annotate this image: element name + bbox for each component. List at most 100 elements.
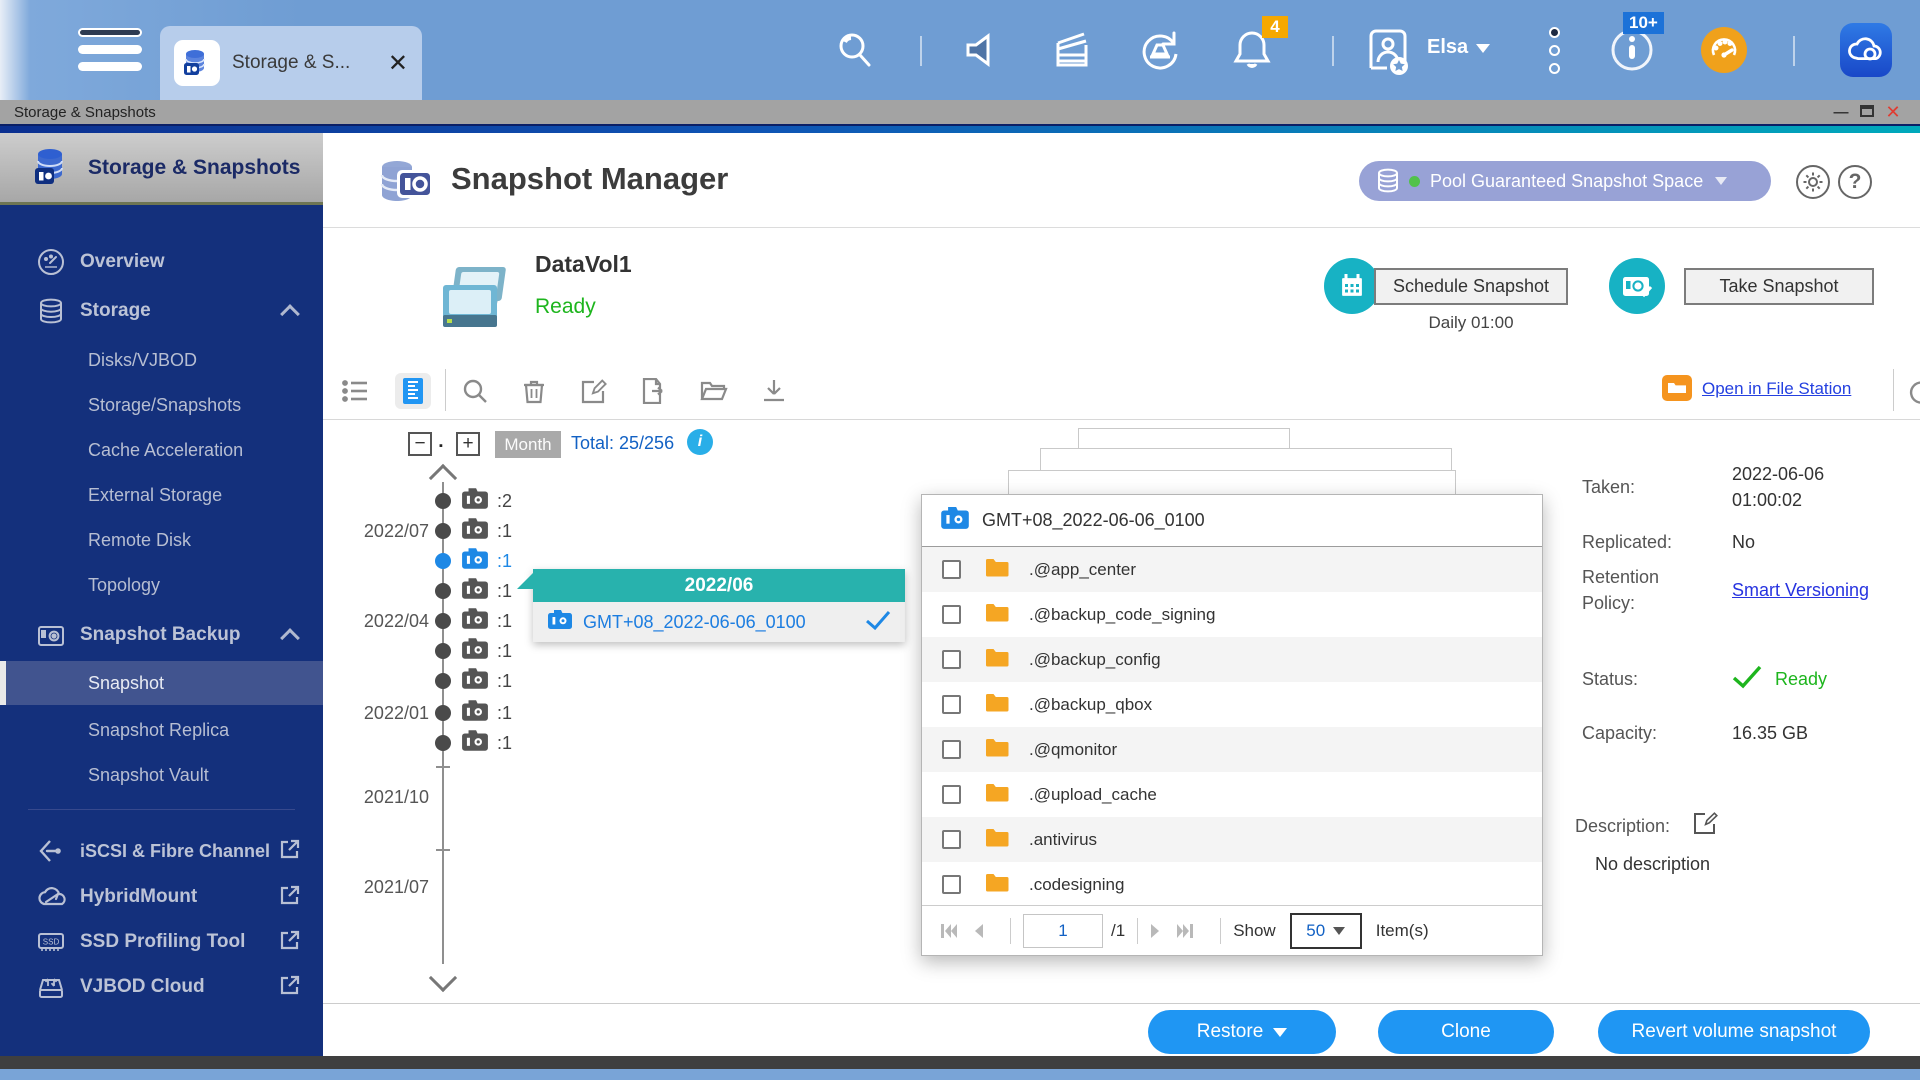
external-link-icon: [279, 884, 301, 911]
collapse-chevron-icon[interactable]: [280, 304, 300, 324]
page-size-select[interactable]: 50: [1290, 913, 1362, 949]
checkbox[interactable]: [942, 605, 961, 624]
checkbox[interactable]: [942, 650, 961, 669]
window-bottom-edge: [0, 1056, 1920, 1069]
snapshot-camera-icon: [461, 668, 489, 695]
sidebar-item-snapshot[interactable]: Snapshot: [0, 661, 323, 705]
folder-row[interactable]: .@backup_config: [922, 637, 1542, 682]
download-snapshot-icon[interactable]: [756, 373, 792, 409]
schedule-snapshot-button[interactable]: Schedule Snapshot: [1374, 268, 1568, 305]
take-snapshot-icon[interactable]: [1609, 258, 1665, 314]
prev-page-icon[interactable]: [972, 923, 984, 939]
items-label: Item(s): [1376, 921, 1429, 941]
user-menu[interactable]: Elsa: [1427, 36, 1490, 59]
dashboard-icon[interactable]: [1698, 22, 1750, 78]
sidebar-item-iscsi-fibre-channel[interactable]: iSCSI & Fibre Channel: [0, 827, 323, 875]
folder-row[interactable]: .antivirus: [922, 817, 1542, 862]
close-window-icon[interactable]: ✕: [1880, 102, 1906, 123]
next-page-icon[interactable]: [1150, 923, 1162, 939]
timeline-scroll-down-icon[interactable]: [429, 964, 457, 992]
retention-policy-label-line1: Retention: [1582, 567, 1659, 588]
snapshot-camera-icon: [461, 488, 489, 515]
restore-dropdown-icon: [1273, 1028, 1287, 1037]
refresh-icon[interactable]: [1903, 373, 1920, 409]
sidebar-item-storage-snapshots[interactable]: Storage/Snapshots: [0, 383, 323, 427]
export-snapshot-icon[interactable]: [635, 373, 671, 409]
folder-row[interactable]: .@backup_code_signing: [922, 592, 1542, 637]
folder-row[interactable]: .codesigning: [922, 862, 1542, 907]
delete-snapshot-icon[interactable]: [516, 373, 552, 409]
snapshot-manager-icon: [375, 155, 437, 209]
app-tab-storage-snapshots[interactable]: Storage & S... ✕: [160, 26, 422, 100]
snapshot-name-link[interactable]: GMT+08_2022-06-06_0100: [583, 612, 865, 633]
first-page-icon[interactable]: [940, 923, 958, 939]
schedule-snapshot-icon[interactable]: [1324, 258, 1380, 314]
info-icon[interactable]: i: [687, 429, 713, 455]
take-snapshot-button[interactable]: Take Snapshot: [1684, 268, 1874, 305]
last-page-icon[interactable]: [1176, 923, 1194, 939]
tab-close-icon[interactable]: ✕: [388, 49, 408, 78]
folder-row[interactable]: .@backup_qbox: [922, 682, 1542, 727]
zoom-in-button[interactable]: +: [456, 432, 480, 456]
sidebar-item-remote-disk[interactable]: Remote Disk: [0, 518, 323, 562]
open-folder-icon[interactable]: [696, 373, 732, 409]
sidebar-item-snapshot-backup[interactable]: Snapshot Backup: [0, 611, 323, 659]
help-icon[interactable]: ?: [1838, 165, 1872, 199]
page-number-input[interactable]: [1023, 914, 1103, 948]
user-avatar-icon[interactable]: [1362, 22, 1414, 78]
folder-row[interactable]: .@app_center: [922, 547, 1542, 592]
pool-guaranteed-snapshot-space-button[interactable]: Pool Guaranteed Snapshot Space: [1359, 161, 1771, 201]
sidebar-item-snapshot-vault[interactable]: Snapshot Vault: [0, 753, 323, 797]
edit-snapshot-icon[interactable]: [576, 373, 612, 409]
sidebar-item-disks-vjbod[interactable]: Disks/VJBOD: [0, 338, 323, 382]
folder-icon: [985, 648, 1009, 672]
search-icon[interactable]: [829, 22, 881, 78]
folder-icon: [985, 738, 1009, 762]
sidebar-item-overview[interactable]: Overview: [0, 238, 323, 286]
folder-row[interactable]: .@qmonitor: [922, 727, 1542, 772]
retention-policy-link[interactable]: Smart Versioning: [1732, 580, 1869, 601]
snapshot-camera-icon: [461, 638, 489, 665]
revert-volume-snapshot-button[interactable]: Revert volume snapshot: [1598, 1010, 1870, 1054]
sidebar-item-snapshot-replica[interactable]: Snapshot Replica: [0, 708, 323, 752]
settings-gear-icon[interactable]: [1796, 165, 1830, 199]
search-snapshot-icon[interactable]: [457, 373, 493, 409]
background-tasks-icon[interactable]: [1046, 22, 1098, 78]
zoom-out-button[interactable]: −: [408, 432, 432, 456]
sidebar-item-external-storage[interactable]: External Storage: [0, 473, 323, 517]
description-label: Description:: [1575, 816, 1670, 837]
checkbox[interactable]: [942, 560, 961, 579]
volume-icon[interactable]: [958, 22, 1010, 78]
sidebar-item-ssd-profiling-tool[interactable]: SSD SSD Profiling Tool: [0, 918, 323, 966]
clone-button[interactable]: Clone: [1378, 1010, 1554, 1054]
list-view-icon[interactable]: [337, 373, 373, 409]
folder-row[interactable]: .@upload_cache: [922, 772, 1542, 817]
collapse-chevron-icon[interactable]: [280, 628, 300, 648]
checkbox[interactable]: [942, 830, 961, 849]
maximize-icon[interactable]: [1854, 104, 1880, 121]
restore-button[interactable]: Restore: [1148, 1010, 1336, 1054]
timeline-view-icon[interactable]: [395, 373, 431, 409]
sidebar-item-topology[interactable]: Topology: [0, 563, 323, 607]
checkbox[interactable]: [942, 785, 961, 804]
sidebar-item-label: HybridMount: [80, 886, 197, 908]
checkbox[interactable]: [942, 740, 961, 759]
page-size-dropdown-icon: [1333, 927, 1345, 935]
checkbox[interactable]: [942, 695, 961, 714]
cloud-app-icon[interactable]: [1840, 22, 1892, 78]
sync-restart-icon[interactable]: [1134, 22, 1186, 78]
edit-description-icon[interactable]: [1692, 810, 1718, 841]
sidebar-item-label: iSCSI & Fibre Channel: [80, 841, 270, 862]
snapshot-toolbar: Open in File Station: [323, 359, 1920, 420]
sidebar-item-hybridmount[interactable]: HybridMount: [0, 873, 323, 921]
main-menu-icon[interactable]: [78, 28, 142, 72]
window-titlebar: Storage & Snapshots — ✕: [0, 100, 1920, 124]
sidebar-item-storage[interactable]: Storage: [0, 287, 323, 335]
schedule-snapshot-label: Schedule Snapshot: [1393, 276, 1549, 297]
more-options-icon[interactable]: [1528, 22, 1580, 78]
minimize-icon[interactable]: —: [1828, 104, 1854, 121]
checkbox[interactable]: [942, 875, 961, 894]
sidebar-item-vjbod-cloud[interactable]: VJBOD Cloud: [0, 963, 323, 1011]
open-in-file-station-link[interactable]: Open in File Station: [1702, 379, 1851, 399]
sidebar-item-cache-acceleration[interactable]: Cache Acceleration: [0, 428, 323, 472]
